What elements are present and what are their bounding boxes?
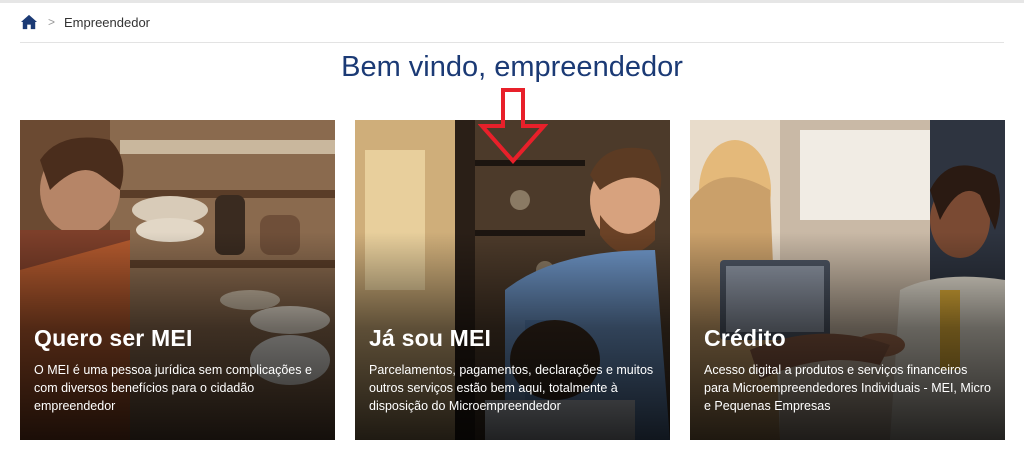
card-credito[interactable]: Crédito Acesso digital a produtos e serv… — [690, 120, 1005, 440]
card-title: Já sou MEI — [369, 325, 492, 351]
breadcrumb-current: Empreendedor — [64, 14, 151, 30]
card-description: O MEI é uma pessoa jurídica sem complica… — [34, 363, 312, 413]
card-description: Acesso digital a produtos e serviços fin… — [704, 363, 991, 413]
breadcrumb: > Empreendedor — [20, 12, 150, 32]
card-quero-ser-mei[interactable]: Quero ser MEI O MEI é uma pessoa jurídic… — [20, 120, 335, 440]
card-description: Parcelamentos, pagamentos, declarações e… — [369, 363, 654, 413]
card-title: Quero ser MEI — [34, 325, 193, 351]
breadcrumb-separator: > — [48, 15, 56, 29]
card-ja-sou-mei[interactable]: Já sou MEI Parcelamentos, pagamentos, de… — [355, 120, 670, 440]
card-title: Crédito — [704, 325, 786, 351]
page-title: Bem vindo, empreendedor — [341, 51, 683, 83]
top-bar — [0, 0, 1024, 3]
divider — [20, 42, 1004, 43]
home-icon[interactable] — [20, 14, 38, 30]
down-arrow-annotation-icon — [478, 88, 548, 164]
